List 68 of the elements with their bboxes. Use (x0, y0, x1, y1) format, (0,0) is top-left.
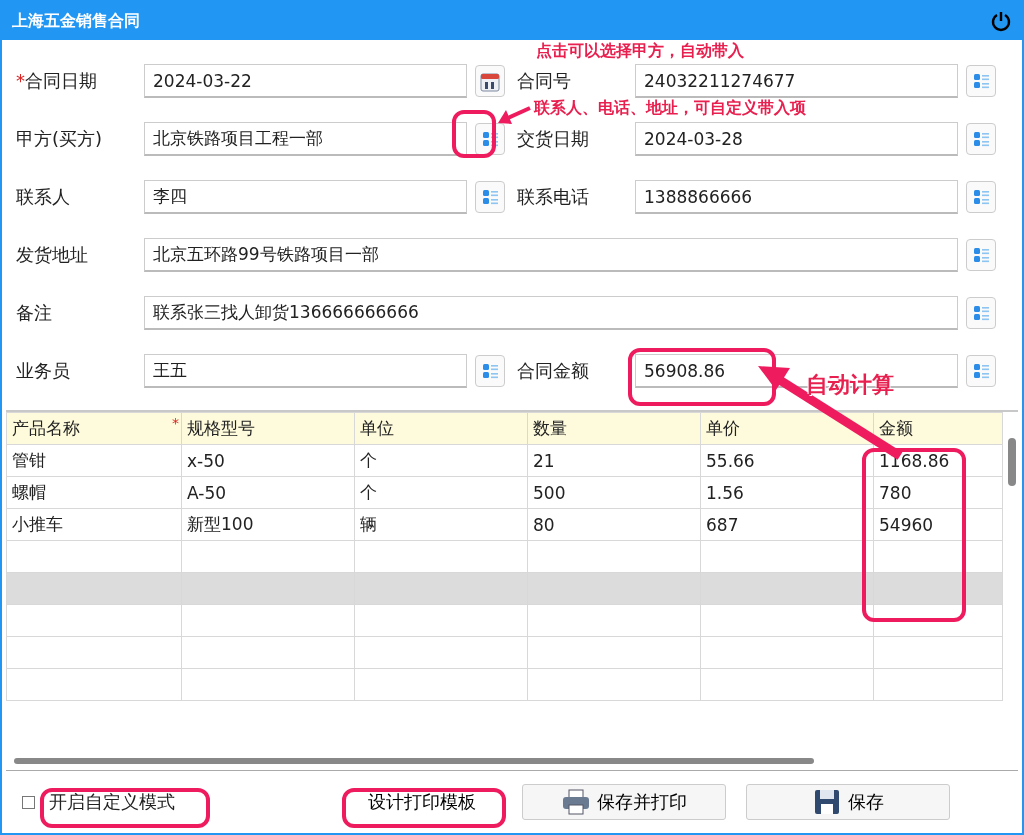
table-cell: 500 (527, 476, 701, 509)
field-label: 联系电话 (517, 186, 589, 207)
input-field[interactable]: 李四 (144, 180, 467, 214)
list-icon[interactable] (966, 355, 996, 387)
field-label: 交货日期 (517, 128, 589, 149)
input-field[interactable]: 2024-03-22 (144, 64, 467, 98)
table-cell: 1.56 (700, 476, 874, 509)
table-cell: 螺帽 (6, 476, 182, 509)
table-cell: 辆 (354, 508, 528, 541)
list-icon[interactable] (966, 297, 996, 329)
table-cell: 管钳 (6, 444, 182, 477)
table-cell: 21 (527, 444, 701, 477)
calendar-icon[interactable] (475, 65, 505, 97)
checkbox-label[interactable]: 开启自定义模式 (49, 790, 175, 814)
input-field[interactable]: 北京铁路项目工程一部 (144, 122, 467, 156)
table-cell: 个 (354, 444, 528, 477)
table-cell: 780 (873, 476, 1003, 509)
save-button[interactable]: 保存 (746, 784, 950, 820)
required-mark: * (16, 70, 25, 91)
input-field[interactable]: 1388866666 (635, 180, 958, 214)
annotation-text: 联系人、电话、地址，可自定义带入项 (534, 98, 806, 119)
table-cell: 80 (527, 508, 701, 541)
list-icon[interactable] (966, 65, 996, 97)
table-cell: 新型100 (181, 508, 355, 541)
input-field[interactable]: 联系张三找人卸货136666666666 (144, 296, 958, 330)
checkbox[interactable] (22, 795, 35, 809)
list-icon[interactable] (966, 123, 996, 155)
table-cell: 55.66 (700, 444, 874, 477)
input-field[interactable]: 北京五环路99号铁路项目一部 (144, 238, 958, 272)
required-mark: * (172, 415, 179, 431)
field-label: 合同日期 (25, 70, 97, 91)
table-cell: 1168.86 (873, 444, 1003, 477)
field-label: 合同金额 (517, 360, 589, 381)
field-label: 备注 (16, 302, 52, 323)
field-label: 甲方(买方) (16, 128, 103, 149)
table-cell: A-50 (181, 476, 355, 509)
input-field[interactable]: 王五 (144, 354, 467, 388)
field-label: 业务员 (16, 360, 70, 381)
input-field[interactable]: 24032211274677 (635, 64, 958, 98)
column-header[interactable]: 单价 (700, 412, 874, 445)
window-title: 上海五金销售合同 (12, 10, 140, 32)
scrollbar-thumb[interactable] (1008, 438, 1016, 486)
save-print-button[interactable]: 保存并打印 (522, 784, 726, 820)
highlight-ring (452, 110, 496, 158)
column-header[interactable]: 金额 (873, 412, 1003, 445)
list-icon[interactable] (966, 181, 996, 213)
field-label: 发货地址 (16, 244, 88, 265)
input-field[interactable]: 2024-03-28 (635, 122, 958, 156)
field-label: 联系人 (16, 186, 70, 207)
field-label: 合同号 (517, 70, 571, 91)
annotation-text: 点击可以选择甲方，自动带入 (536, 41, 744, 62)
arrow (498, 106, 531, 124)
list-icon[interactable] (475, 355, 505, 387)
table-cell: 687 (700, 508, 874, 541)
design-template-button[interactable]: 设计打印模板 (342, 784, 502, 820)
table-cell: 个 (354, 476, 528, 509)
scrollbar-thumb[interactable] (14, 758, 814, 764)
list-icon[interactable] (475, 181, 505, 213)
column-header[interactable]: 规格型号 (181, 412, 355, 445)
list-icon[interactable] (966, 239, 996, 271)
column-header[interactable]: 单位 (354, 412, 528, 445)
power-icon[interactable] (990, 10, 1012, 32)
table-cell: 小推车 (6, 508, 182, 541)
table-cell: 54960 (873, 508, 1003, 541)
column-header[interactable]: 数量 (527, 412, 701, 445)
table-cell: x-50 (181, 444, 355, 477)
column-header[interactable]: 产品名称 * (6, 412, 182, 445)
printer-icon (561, 787, 591, 817)
